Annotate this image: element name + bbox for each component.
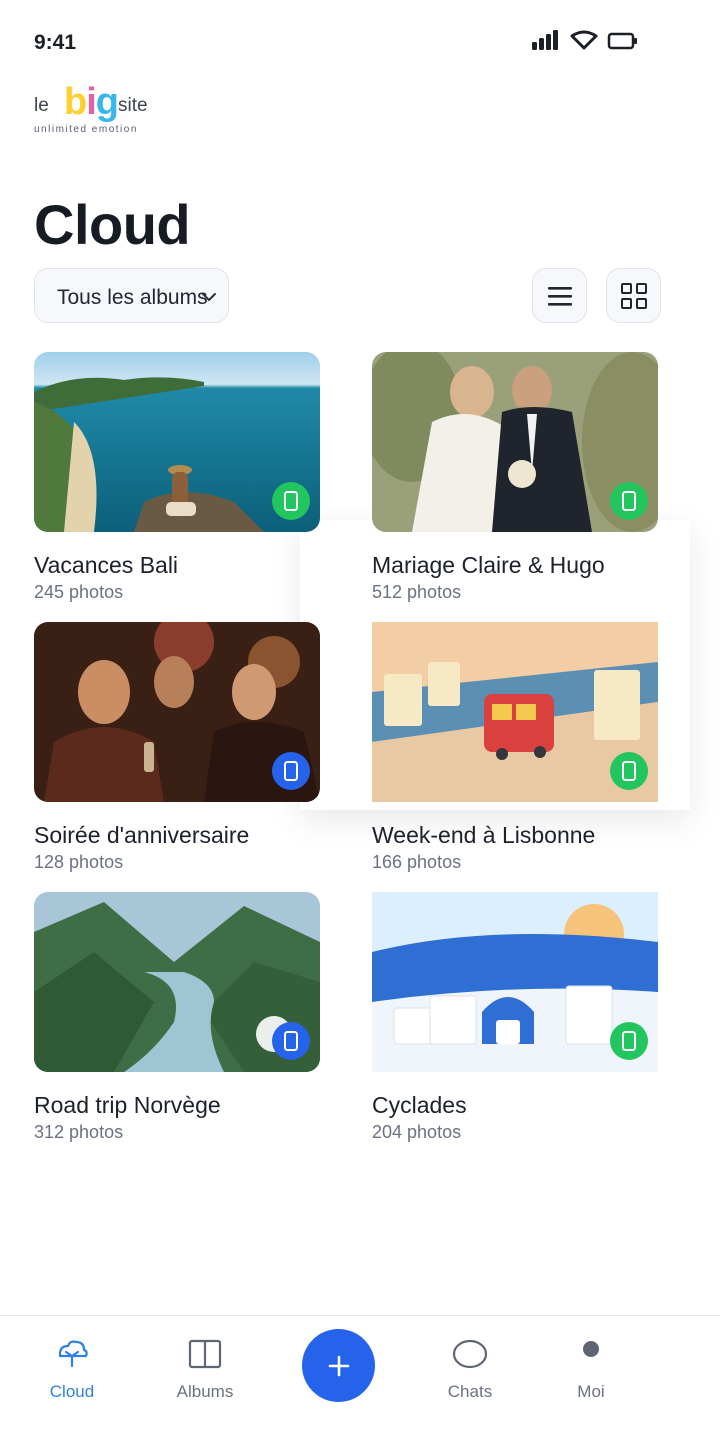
album-card-mariage[interactable]: Mariage Claire & Hugo 512 photos <box>372 352 662 612</box>
album-photo-count: 128 photos <box>34 852 124 872</box>
albums-icon <box>188 1339 222 1369</box>
brand-logo: le big site unlimited emotion <box>34 78 174 138</box>
logo-big: big <box>64 81 119 123</box>
device-badge <box>610 752 648 790</box>
phone-icon <box>284 491 298 511</box>
nav-label: Cloud <box>49 1382 95 1401</box>
phone-icon <box>284 761 298 781</box>
album-photo-count: 204 photos <box>372 1122 462 1142</box>
phone-icon <box>622 491 636 511</box>
grid-view-button[interactable] <box>606 268 661 323</box>
device-badge <box>272 1022 310 1060</box>
album-card-cyclades[interactable]: Cyclades 204 photos <box>372 892 662 1152</box>
device-badge <box>610 482 648 520</box>
grid-icon <box>621 283 647 309</box>
nav-item-albums[interactable]: Albums <box>145 1316 265 1416</box>
list-icon <box>548 287 572 306</box>
album-title: Cyclades <box>372 1092 467 1118</box>
album-photo-count: 312 photos <box>34 1122 124 1142</box>
chevron-down-icon <box>202 293 216 301</box>
album-card-vacances-bali[interactable]: Vacances Bali 245 photos <box>34 352 324 612</box>
nav-label: Chats <box>447 1382 493 1401</box>
logo-site: site <box>118 95 148 116</box>
album-title: Week-end à Lisbonne <box>372 822 596 848</box>
filter-selected-label: Tous les albums <box>57 286 208 309</box>
album-title: Vacances Bali <box>34 552 179 578</box>
nav-label: Albums <box>176 1382 234 1401</box>
album-title: Road trip Norvège <box>34 1092 221 1118</box>
list-view-button[interactable] <box>532 268 587 323</box>
status-time: 9:41 <box>34 31 77 54</box>
logo-le: le <box>34 95 49 116</box>
bottom-navigation: Cloud Albums Chats Moi <box>0 1315 720 1440</box>
nav-item-chats[interactable]: Chats <box>410 1316 530 1416</box>
page-title: Cloud <box>34 193 191 256</box>
album-title: Mariage Claire & Hugo <box>372 552 605 578</box>
device-badge <box>610 1022 648 1060</box>
nav-label: Moi <box>577 1382 605 1401</box>
chat-bubble-icon <box>452 1339 488 1369</box>
album-photo-count: 166 photos <box>372 852 462 872</box>
album-card-norvege[interactable]: Road trip Norvège 312 photos <box>34 892 324 1152</box>
album-card-soiree[interactable]: Soirée d'anniversaire 128 photos <box>34 622 324 882</box>
nav-item-moi[interactable]: Moi <box>531 1316 651 1416</box>
phone-icon <box>284 1031 298 1051</box>
cloud-tree-icon <box>58 1340 88 1368</box>
device-badge <box>272 752 310 790</box>
album-filter-select[interactable]: Tous les albums <box>34 268 229 323</box>
phone-icon <box>622 1031 636 1051</box>
phone-icon <box>622 761 636 781</box>
album-card-lisbonne[interactable]: Week-end à Lisbonne 166 photos <box>372 622 662 882</box>
album-photo-count: 245 photos <box>34 582 124 602</box>
album-title: Soirée d'anniversaire <box>34 822 250 848</box>
plus-icon <box>328 1355 350 1377</box>
profile-dot-icon <box>583 1341 599 1357</box>
album-photo-count: 512 photos <box>372 582 462 602</box>
device-badge <box>272 482 310 520</box>
nav-item-cloud[interactable]: Cloud <box>12 1316 132 1416</box>
status-icons <box>530 28 650 54</box>
logo-tagline: unlimited emotion <box>34 124 138 135</box>
status-bar: 9:41 <box>0 0 720 80</box>
signal-icon <box>532 30 637 50</box>
add-button[interactable] <box>302 1329 375 1402</box>
